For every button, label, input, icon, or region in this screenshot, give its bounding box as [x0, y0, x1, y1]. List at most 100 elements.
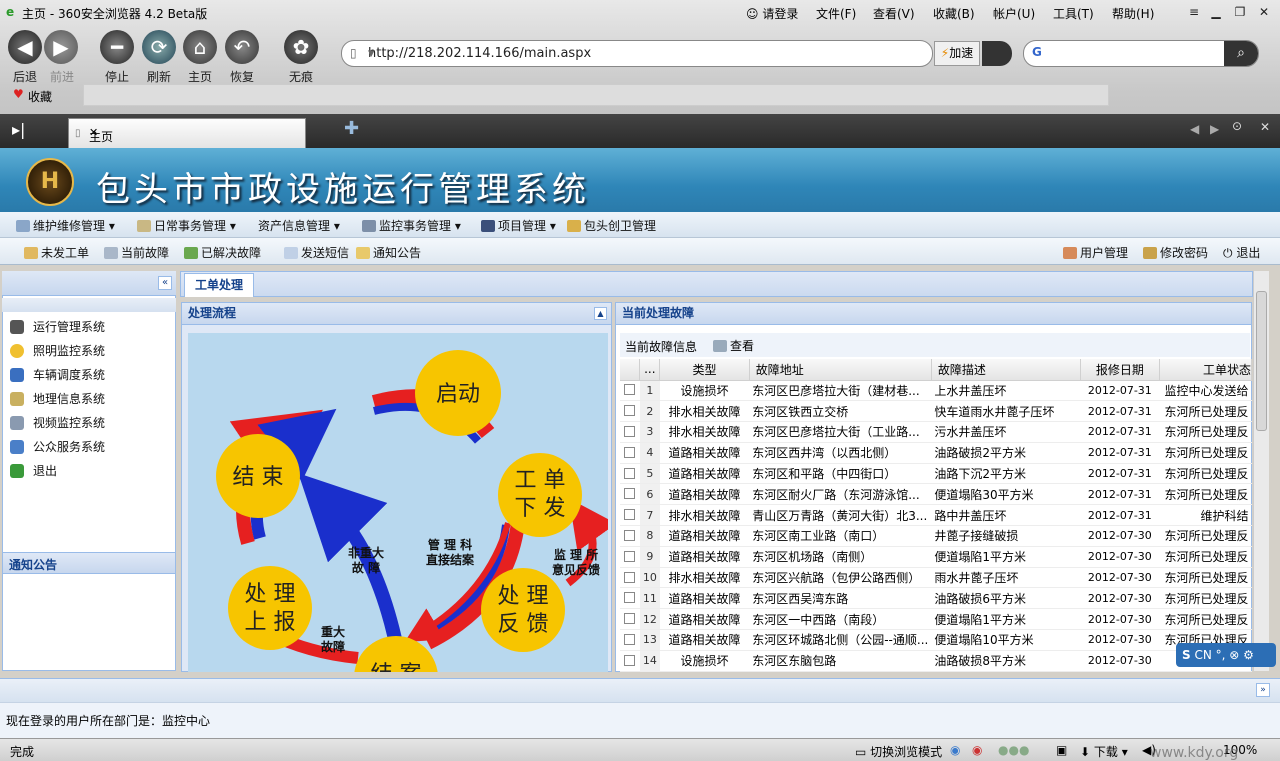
stop-button[interactable]: ━	[100, 30, 134, 64]
row-checkbox-cell[interactable]	[620, 608, 640, 631]
close-tab-icon[interactable]: ✕	[89, 126, 301, 139]
expand-icon[interactable]: »	[1256, 683, 1270, 697]
switch-mode-button[interactable]: ▭ 切换浏览模式	[855, 743, 942, 760]
menu-tools[interactable]: 工具(T)	[1053, 5, 1094, 22]
row-checkbox[interactable]	[624, 509, 636, 521]
menu-sanitation[interactable]: 包头创卫管理	[567, 217, 656, 234]
toolbar-resolved-faults[interactable]: 已解决故障	[184, 244, 261, 261]
row-checkbox-cell[interactable]	[620, 483, 640, 506]
table-row[interactable]: 4 道路相关故障 东河区西井湾（以西北侧） 油路破损2平方米 2012-07-31 东河所…	[620, 442, 1252, 464]
home-button[interactable]: ⌂	[183, 30, 217, 64]
close-window-icon[interactable]: ✕	[1256, 4, 1272, 20]
screen-icon[interactable]: ▣	[1056, 743, 1067, 757]
refresh-button[interactable]: ⟳	[142, 30, 176, 64]
row-checkbox[interactable]	[624, 654, 636, 666]
search-engine-icon[interactable]: G	[1032, 45, 1042, 59]
nav-public[interactable]: 公众服务系统	[10, 438, 105, 455]
toolbar-notices[interactable]: 通知公告	[356, 244, 421, 261]
menu-account[interactable]: 帐户(U)	[993, 5, 1035, 22]
search-input[interactable]: G ⌕	[1023, 40, 1259, 67]
toolbar-user-management[interactable]: 用户管理	[1063, 244, 1128, 261]
row-checkbox-cell[interactable]	[620, 567, 640, 589]
menu-view[interactable]: 查看(V)	[873, 5, 915, 22]
favorites-button[interactable]: 收藏	[28, 88, 52, 105]
ime-toolbar[interactable]: S CN °, ⊗ ⚙	[1176, 643, 1276, 667]
col-status[interactable]: 工单状态	[1159, 359, 1252, 381]
tab-scroll-right-icon[interactable]: ▶	[1210, 122, 1219, 136]
row-checkbox-cell[interactable]	[620, 380, 640, 402]
table-row[interactable]: 6 道路相关故障 东河区耐火厂路（东河游泳馆... 便道塌陷30平方米 2012-07-…	[620, 483, 1252, 506]
table-row[interactable]: 12 道路相关故障 东河区一中西路（南段） 便道塌陷1平方米 2012-07-30 东河所…	[620, 608, 1252, 631]
search-button[interactable]: ⌕	[1224, 41, 1258, 66]
toolbar-change-password[interactable]: 修改密码	[1143, 244, 1208, 261]
table-row[interactable]: 2 排水相关故障 东河区铁西立交桥 快车道雨水井蓖子压坏 2012-07-31 东河所已处…	[620, 400, 1252, 423]
row-checkbox[interactable]	[624, 488, 636, 500]
table-row[interactable]: 13 道路相关故障 东河区环城路北侧（公园--通顺... 便道塌陷10平方米 2012-…	[620, 629, 1252, 651]
nav-video[interactable]: 视频监控系统	[10, 414, 105, 431]
toolbar-send-sms[interactable]: 发送短信	[284, 244, 349, 261]
table-row[interactable]: 1 设施损坏 东河区巴彦塔拉大街（建材巷... 上水井盖压坏 2012-07-31 监控中…	[620, 380, 1252, 402]
nav-gis[interactable]: 地理信息系统	[10, 390, 105, 407]
minimize-icon[interactable]: ▁	[1208, 4, 1224, 20]
row-checkbox[interactable]	[624, 384, 636, 396]
row-checkbox-cell[interactable]	[620, 629, 640, 651]
options-icon[interactable]: ≡	[1186, 4, 1202, 20]
tab-list-icon[interactable]: ⊙	[1232, 119, 1242, 133]
row-checkbox-cell[interactable]	[620, 525, 640, 547]
row-checkbox[interactable]	[624, 592, 636, 604]
table-row[interactable]: 11 道路相关故障 东河区西吴湾东路 油路破损6平方米 2012-07-30 东河所已处理…	[620, 587, 1252, 610]
row-checkbox[interactable]	[624, 613, 636, 625]
table-row[interactable]: 8 道路相关故障 东河区南工业路（南口） 井蓖子接缝破损 2012-07-30 东河所已处…	[620, 525, 1252, 547]
table-row[interactable]: 5 道路相关故障 东河区和平路（中四街口） 油路下沉2平方米 2012-07-31 东河所…	[620, 463, 1252, 485]
lights-icon[interactable]: ●●●	[998, 743, 1029, 757]
menu-help[interactable]: 帮助(H)	[1112, 5, 1154, 22]
menu-projects[interactable]: 项目管理 ▾	[481, 217, 556, 234]
address-bar[interactable]: ▯ http://218.202.114.166/main.aspx ▾	[341, 40, 933, 67]
speed-button[interactable]: ⚡加速	[934, 41, 980, 66]
menu-maintenance[interactable]: 维护维修管理 ▾	[16, 217, 115, 234]
row-checkbox[interactable]	[624, 571, 636, 583]
reader-button[interactable]	[982, 41, 1012, 66]
menu-daily[interactable]: 日常事务管理 ▾	[137, 217, 236, 234]
menu-monitoring[interactable]: 监控事务管理 ▾	[362, 217, 461, 234]
new-tab-icon[interactable]: ✚	[344, 118, 359, 139]
row-checkbox-cell[interactable]	[620, 442, 640, 464]
view-button[interactable]: 查看	[713, 337, 754, 354]
row-checkbox-cell[interactable]	[620, 546, 640, 568]
row-checkbox-cell[interactable]	[620, 400, 640, 423]
nav-operations[interactable]: 运行管理系统	[10, 318, 105, 335]
row-checkbox[interactable]	[624, 467, 636, 479]
menu-file[interactable]: 文件(F)	[816, 5, 856, 22]
menu-favorites[interactable]: 收藏(B)	[933, 5, 975, 22]
collapse-panel-icon[interactable]: ▲	[594, 307, 607, 320]
tab-scroll-left-icon[interactable]: ◀	[1190, 122, 1199, 136]
row-checkbox-cell[interactable]	[620, 463, 640, 485]
row-checkbox-cell[interactable]	[620, 504, 640, 527]
login-link[interactable]: ☺ 请登录	[746, 5, 798, 22]
back-button[interactable]: ◀	[8, 30, 42, 64]
toolbar-logout[interactable]: ⏻ 退出	[1223, 244, 1260, 261]
row-checkbox[interactable]	[624, 425, 636, 437]
sidebar-toggle-icon[interactable]: ▸|	[12, 120, 25, 139]
incognito-button[interactable]: ✿	[284, 30, 318, 64]
nav-vehicles[interactable]: 车辆调度系统	[10, 366, 105, 383]
download-button[interactable]: ⬇ 下载 ▾	[1080, 743, 1128, 760]
restore-icon[interactable]: ❐	[1232, 4, 1248, 20]
tab-home[interactable]: ▯ 主页 ✕	[68, 118, 306, 148]
col-index[interactable]: ...	[639, 359, 661, 381]
row-checkbox[interactable]	[624, 633, 636, 645]
table-row[interactable]: 10 排水相关故障 东河区兴航路（包伊公路西侧） 雨水井蓖子压坏 2012-07-30 东…	[620, 567, 1252, 589]
menu-assets[interactable]: 资产信息管理 ▾	[258, 217, 340, 234]
scrollbar-thumb[interactable]	[1256, 291, 1267, 431]
nav-exit[interactable]: 退出	[10, 462, 57, 479]
tab-work-orders[interactable]: 工单处理	[184, 273, 254, 297]
row-checkbox[interactable]	[624, 550, 636, 562]
toolbar-unsent-orders[interactable]: 未发工单	[24, 244, 89, 261]
row-checkbox-cell[interactable]	[620, 421, 640, 443]
col-address[interactable]: 故障地址	[749, 359, 932, 381]
col-description[interactable]: 故障描述	[931, 359, 1081, 381]
close-all-icon[interactable]: ✕	[1260, 120, 1270, 134]
ie-icon[interactable]: ◉	[950, 743, 960, 757]
row-checkbox[interactable]	[624, 405, 636, 417]
col-date[interactable]: 报修日期	[1080, 359, 1161, 381]
